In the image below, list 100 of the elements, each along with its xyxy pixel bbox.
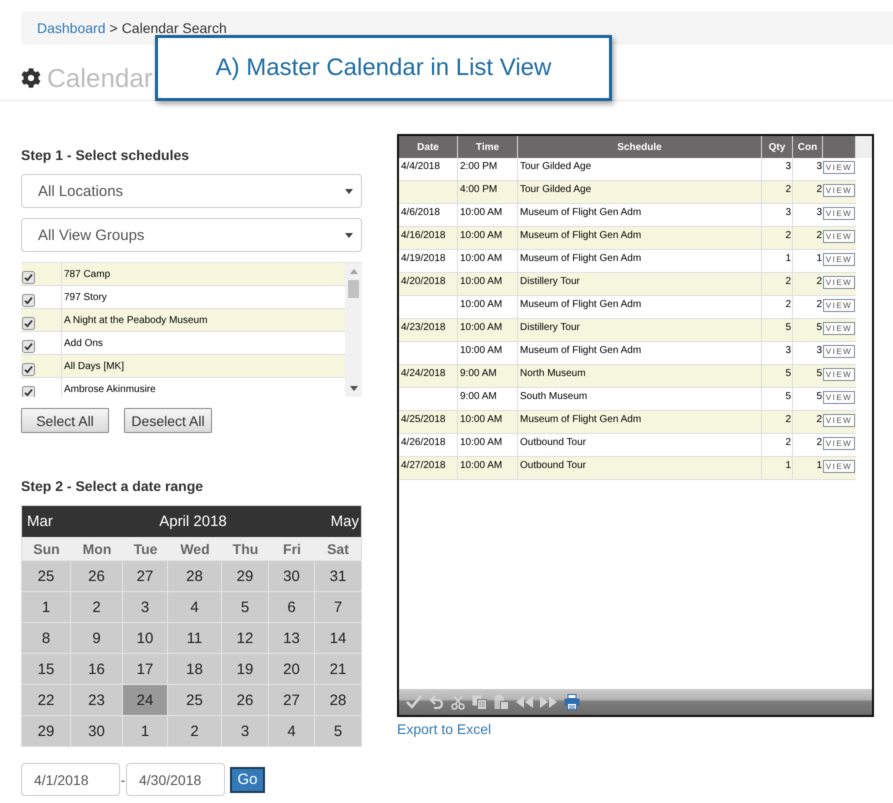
checkbox[interactable]: [22, 317, 35, 330]
calendar-day[interactable]: 14: [315, 622, 361, 653]
scroll-up-icon[interactable]: [350, 269, 358, 274]
page-title: Calendar: [47, 62, 153, 92]
column-header: Time: [458, 136, 518, 158]
schedule-name: Ambrose Akinmusire: [64, 384, 156, 395]
view-button[interactable]: VIEW: [823, 230, 855, 243]
calendar-day[interactable]: 7: [315, 591, 361, 622]
view-button[interactable]: VIEW: [823, 368, 855, 381]
view-button[interactable]: VIEW: [823, 299, 855, 312]
end-date-input[interactable]: 4/30/2018: [126, 763, 225, 796]
calendar-day[interactable]: 29: [22, 715, 71, 746]
calendar-day[interactable]: 4: [168, 591, 222, 622]
schedule-name: Add Ons: [64, 338, 103, 349]
calendar-day[interactable]: 24: [123, 684, 168, 715]
deselect-all-button[interactable]: Deselect All: [124, 408, 212, 433]
calendar-day[interactable]: 29: [222, 560, 269, 591]
calendar-day[interactable]: 23: [71, 684, 123, 715]
view-button[interactable]: VIEW: [823, 161, 855, 174]
calendar-day[interactable]: 25: [168, 684, 222, 715]
calendar-day[interactable]: 2: [71, 591, 123, 622]
schedule-name: 787 Camp: [64, 269, 110, 280]
calendar-day[interactable]: 10: [123, 622, 168, 653]
previous-month-link[interactable]: Mar: [27, 513, 53, 530]
calendar-day[interactable]: 26: [222, 684, 269, 715]
schedule-cell: Outbound Tour: [518, 457, 762, 480]
weekday-header: Thu: [222, 537, 269, 560]
calendar-day[interactable]: 26: [71, 560, 123, 591]
view-button[interactable]: VIEW: [823, 460, 855, 473]
calendar-day[interactable]: 1: [123, 715, 168, 746]
view-button[interactable]: VIEW: [823, 345, 855, 358]
checkbox[interactable]: [22, 340, 35, 353]
calendar-day[interactable]: 9: [71, 622, 123, 653]
checkbox[interactable]: [22, 294, 35, 307]
calendar-day[interactable]: 27: [269, 684, 315, 715]
time-cell: 10:00 AM: [458, 457, 518, 480]
scrollbar[interactable]: [345, 263, 362, 397]
calendar-day[interactable]: 19: [222, 653, 269, 684]
calendar-day[interactable]: 3: [123, 591, 168, 622]
calendar-day[interactable]: 13: [269, 622, 315, 653]
scroll-down-icon[interactable]: [350, 386, 358, 391]
view-button[interactable]: VIEW: [823, 207, 855, 220]
calendar-day[interactable]: 27: [123, 560, 168, 591]
breadcrumb-current: Calendar Search: [122, 20, 227, 36]
calendar-day[interactable]: 3: [222, 715, 269, 746]
view-button[interactable]: VIEW: [823, 391, 855, 404]
view-button[interactable]: VIEW: [823, 253, 855, 266]
calendar-day[interactable]: 18: [168, 653, 222, 684]
calendar-day[interactable]: 15: [22, 653, 71, 684]
select-all-button[interactable]: Select All: [21, 408, 109, 433]
calendar-day[interactable]: 1: [22, 591, 71, 622]
view-button[interactable]: VIEW: [823, 322, 855, 335]
calendar-day[interactable]: 30: [71, 715, 123, 746]
column-header: Qty: [762, 136, 793, 158]
calendar-day[interactable]: 11: [168, 622, 222, 653]
gear-icon: [21, 68, 41, 88]
view-button[interactable]: VIEW: [823, 276, 855, 289]
dropdown-select[interactable]: All View Groups: [21, 218, 362, 252]
section-heading: Step 2 - Select a date range: [21, 478, 204, 494]
calendar-day[interactable]: 12: [222, 622, 269, 653]
calendar-day[interactable]: 28: [168, 560, 222, 591]
calendar-day[interactable]: 30: [269, 560, 315, 591]
start-date-input[interactable]: 4/1/2018: [21, 763, 120, 796]
calendar-day[interactable]: 28: [315, 684, 361, 715]
calendar-day[interactable]: 5: [315, 715, 361, 746]
weekday-header: Wed: [168, 537, 222, 560]
header-filler: [856, 136, 872, 158]
calendar-day[interactable]: 16: [71, 653, 123, 684]
calendar-day[interactable]: 20: [269, 653, 315, 684]
calendar-day[interactable]: 5: [222, 591, 269, 622]
calendar-day[interactable]: 25: [22, 560, 71, 591]
view-button[interactable]: VIEW: [823, 437, 855, 450]
dashboard-link[interactable]: Dashboard: [37, 20, 106, 36]
date-cell: 4/27/2018: [399, 457, 458, 480]
section-heading: Step 1 - Select schedules: [21, 147, 190, 163]
checkbox[interactable]: [22, 386, 35, 397]
go-button[interactable]: Go: [230, 766, 265, 792]
calendar-title: April 2018: [159, 513, 227, 530]
view-button[interactable]: VIEW: [823, 414, 855, 427]
calendar-day[interactable]: 17: [123, 653, 168, 684]
column-header: Schedule: [518, 136, 762, 158]
dropdown-select[interactable]: All Locations: [21, 174, 362, 208]
weekday-header: Sun: [22, 537, 71, 560]
calendar-day[interactable]: 8: [22, 622, 71, 653]
weekday-header: Mon: [71, 537, 123, 560]
export-link[interactable]: Export to Excel: [397, 721, 492, 737]
schedule-name: All Days [MK]: [64, 361, 124, 372]
scrollbar-thumb[interactable]: [348, 280, 359, 298]
printer-icon[interactable]: [564, 694, 580, 710]
schedule-name: A Night at the Peabody Museum: [64, 315, 208, 326]
calendar-day[interactable]: 22: [22, 684, 71, 715]
calendar-day[interactable]: 21: [315, 653, 361, 684]
calendar-day[interactable]: 4: [269, 715, 315, 746]
next-month-link[interactable]: May: [330, 513, 359, 530]
view-button[interactable]: VIEW: [823, 184, 855, 197]
checkbox[interactable]: [22, 363, 35, 376]
checkbox[interactable]: [22, 271, 35, 284]
calendar-day[interactable]: 2: [168, 715, 222, 746]
calendar-day[interactable]: 6: [269, 591, 315, 622]
calendar-day[interactable]: 31: [315, 560, 361, 591]
